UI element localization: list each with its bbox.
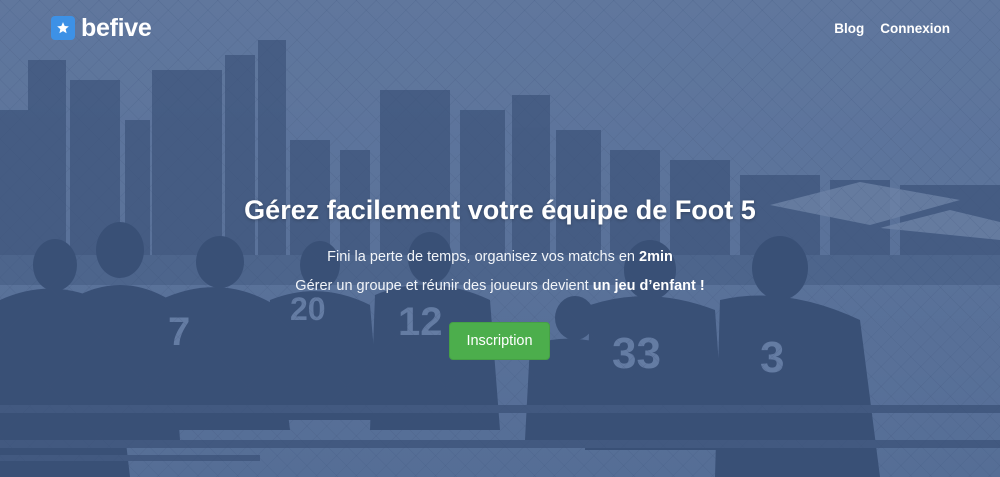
- navbar: befive Blog Connexion: [0, 0, 1000, 56]
- nav-link-connexion[interactable]: Connexion: [880, 20, 950, 38]
- hero-subtitle-2-text: Gérer un groupe et réunir des joueurs de…: [295, 278, 593, 294]
- hero-section: 7 20 12 33 3 befive Blog Connexion: [0, 0, 1000, 477]
- nav-link-blog[interactable]: Blog: [834, 20, 864, 38]
- hero-subtitle-2-highlight: un jeu d’enfant !: [592, 278, 705, 294]
- logo-link[interactable]: befive: [51, 14, 152, 42]
- hero-subtitle-1-highlight: 2min: [639, 249, 673, 265]
- hero-subtitle-1: Fini la perte de temps, organisez vos ma…: [0, 247, 1000, 267]
- hero-subtitle-2: Gérer un groupe et réunir des joueurs de…: [0, 276, 1000, 296]
- signup-button[interactable]: Inscription: [449, 322, 550, 360]
- hero-subtitle-1-text: Fini la perte de temps, organisez vos ma…: [327, 249, 640, 265]
- hero-headline: Gérez facilement votre équipe de Foot 5: [244, 195, 756, 225]
- brand-name: befive: [81, 14, 152, 42]
- star-icon: [51, 16, 75, 40]
- nav-links: Blog Connexion: [834, 20, 950, 38]
- color-overlay: [0, 0, 1000, 477]
